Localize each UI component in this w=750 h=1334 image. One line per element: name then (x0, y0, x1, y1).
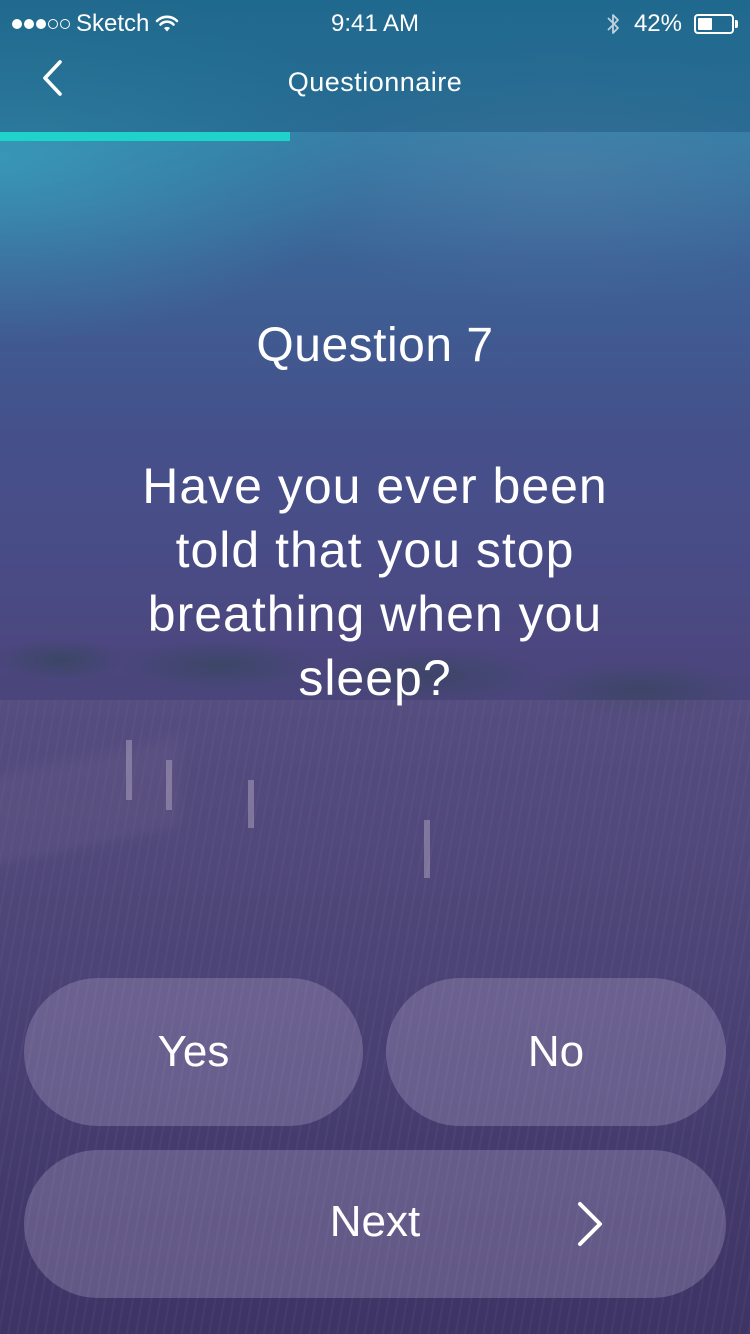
next-button-label: Next (329, 1197, 421, 1246)
yes-button[interactable]: Yes (24, 978, 363, 1126)
status-bar: Sketch 9:41 AM 42% (0, 0, 750, 44)
question-number: Question 7 (256, 319, 494, 372)
battery-tip (735, 20, 738, 28)
page-title: Questionnaire (287, 67, 463, 97)
progress-bar (0, 132, 750, 141)
battery-level (698, 18, 712, 30)
chevron-right-icon (578, 1202, 602, 1246)
status-right: 42% (606, 2, 738, 46)
question-text: Have you ever been told that you stop br… (142, 458, 608, 706)
yes-button-label: Yes (157, 1027, 230, 1076)
no-button[interactable]: No (386, 978, 726, 1126)
progress-bar-fill (0, 132, 291, 141)
questionnaire-screen: Sketch 9:41 AM 42% Questionnaire Questio… (0, 0, 750, 1334)
no-button-label: No (527, 1027, 585, 1076)
battery-icon (694, 14, 738, 34)
navigation-bar: Questionnaire (0, 44, 750, 132)
battery-percent: 42% (633, 10, 682, 37)
bluetooth-icon (607, 14, 619, 34)
next-button[interactable]: Next (24, 1150, 726, 1298)
